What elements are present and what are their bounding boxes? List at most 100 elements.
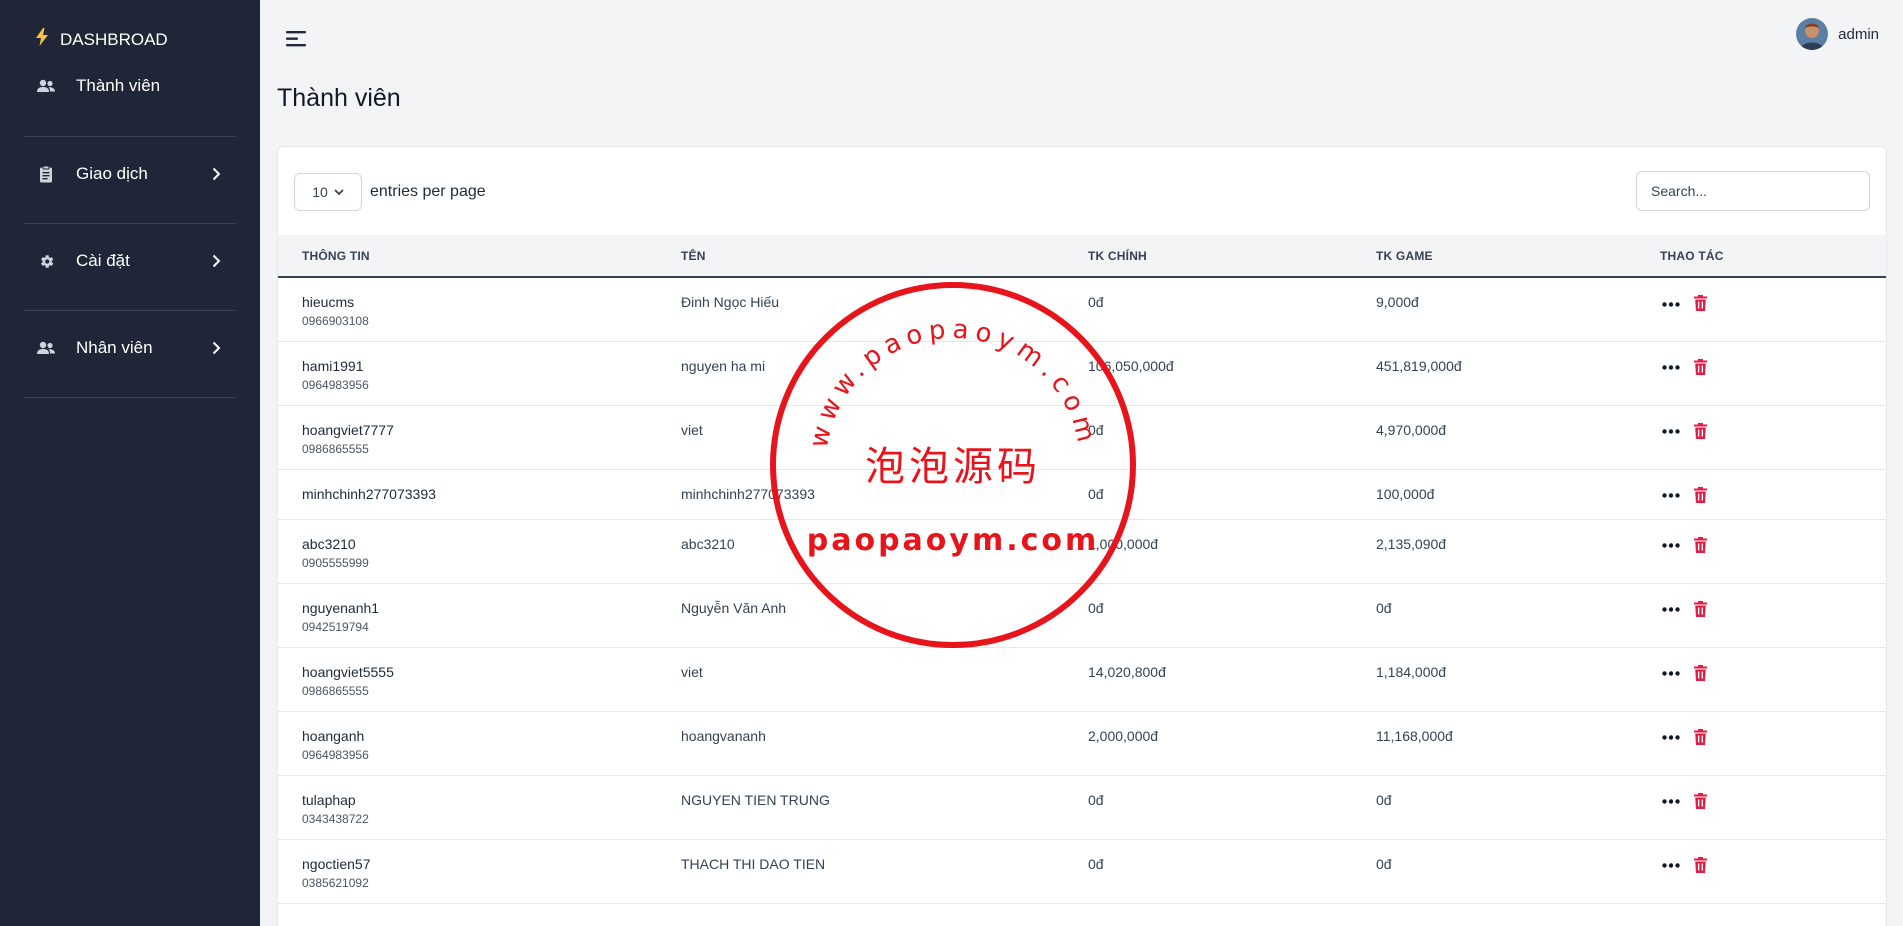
cell-name: abc3210 [681,535,735,552]
username: hoangviet7777 [302,421,394,438]
delete-button[interactable] [1692,856,1708,874]
trash-icon [1693,486,1707,503]
cell-game-account: 2,135,090đ [1376,535,1447,552]
username: minhchinh277073393 [302,485,436,502]
delete-button[interactable] [1692,792,1708,810]
column-header-name[interactable]: TÊN [681,235,1088,277]
trash-icon [1693,856,1707,873]
brand[interactable]: DASHBROAD [36,28,168,51]
cell-main-account: 0đ [1088,485,1104,502]
delete-button[interactable] [1692,358,1708,376]
username: hieucms [302,294,355,310]
more-icon [1662,735,1680,740]
sidebar-divider [24,223,236,224]
cell-name: viet [681,421,703,438]
cell-info: hami1991 0964983956 [278,341,681,405]
cell-actions [1660,583,1886,647]
delete-button[interactable] [1692,486,1708,504]
delete-button[interactable] [1692,728,1708,746]
cell-game-account: 11,168,000đ [1376,727,1453,744]
column-header-main-account[interactable]: TK CHÍNH [1088,235,1376,277]
users-icon [34,74,58,98]
delete-button[interactable] [1692,664,1708,682]
sidebar-item-staff[interactable]: Nhân viên [34,333,224,363]
more-options-button[interactable] [1660,360,1682,376]
column-header-actions: THAO TÁC [1660,248,1724,263]
more-options-button[interactable] [1660,296,1682,312]
more-icon [1662,607,1680,612]
clipboard-icon [34,162,58,186]
more-options-button[interactable] [1660,730,1682,746]
cell-name: THACH THI DAO TIEN [681,855,826,872]
page-title: Thành viên [277,84,401,112]
more-icon [1662,671,1680,676]
cell-game-account: 451,819,000đ [1376,357,1462,374]
more-options-button[interactable] [1660,424,1682,440]
more-icon [1662,863,1680,868]
username: ngoctien57 [302,855,371,872]
cell-name: minhchinh277073393 [681,485,815,502]
more-options-button[interactable] [1660,858,1682,874]
more-options-button[interactable] [1660,602,1682,618]
cell-info: ngoctien57 0385621092 [278,839,681,903]
trash-icon [1693,295,1707,311]
menu-toggle-button[interactable] [284,26,310,52]
sidebar-item-members[interactable]: Thành viên [34,71,224,101]
more-options-button[interactable] [1660,488,1682,504]
cell-actions [1660,469,1886,519]
trash-icon [1693,728,1707,745]
user-menu[interactable]: admin [1796,18,1879,50]
cell-actions [1660,519,1886,583]
cell-info: nguyenanh1 0942519794 [278,583,681,647]
username: hoangviet5555 [302,663,394,680]
more-icon [1662,493,1680,498]
table-row: abc3210 0905555999 abc3210 1,000,000đ 2,135,… [278,519,1886,583]
more-options-button[interactable] [1660,794,1682,810]
column-header-info[interactable]: THÔNG TIN [278,235,681,277]
phone: 0966903108 [302,314,369,328]
chevron-down-icon [334,188,344,195]
delete-button[interactable] [1692,536,1708,554]
phone: 0942519794 [302,619,369,634]
more-icon [1662,799,1680,804]
cell-name: Đinh Ngọc Hiếu [681,294,780,310]
members-card: 10 entries per page THÔNG TIN TÊN TK CHÍ… [277,146,1887,926]
sidebar: DASHBROAD Thành viên Giao dịch Cài đặt N… [0,0,260,926]
sidebar-item-settings[interactable]: Cài đặt [34,246,224,276]
per-page-select[interactable]: 10 [294,173,362,211]
table-row: hoangviet5555 0986865555 viet 14,020,800đ 1,… [278,647,1886,711]
cell-main-account: 0đ [1088,421,1104,438]
cell-game-account: 100,000đ [1376,485,1435,502]
sidebar-item-label: Cài đặt [76,251,130,270]
table-header-row: THÔNG TIN TÊN TK CHÍNH TK GAME THAO TÁC [278,235,1886,277]
menu-icon [286,31,306,47]
more-options-button[interactable] [1660,666,1682,682]
delete-button[interactable] [1692,600,1708,618]
delete-button[interactable] [1692,294,1708,312]
trash-icon [1693,792,1707,809]
cell-game-account: 9,000đ [1376,294,1419,310]
cell-game-account: 0đ [1376,791,1392,808]
cell-name: NGUYEN TIEN TRUNG [681,791,830,808]
search-input[interactable] [1636,171,1870,211]
cell-name: Nguyễn Văn Anh [681,599,787,616]
username: hoanganh [302,727,365,744]
table-row: hami1991 0964983956 nguyen ha mi 106,050,00… [278,341,1886,405]
column-header-game-account[interactable]: TK GAME [1376,235,1660,277]
sidebar-item-transactions[interactable]: Giao dịch [34,159,224,189]
phone: 0986865555 [302,441,369,456]
cell-game-account: 1,184,000đ [1376,663,1447,680]
sidebar-divider [24,310,236,311]
cell-info: abc3210 0905555999 [278,519,681,583]
delete-button[interactable] [1692,422,1708,440]
cell-name: hoangvananh [681,727,766,744]
sidebar-item-label: Thành viên [76,76,161,95]
cell-name: nguyen ha mi [681,357,766,374]
more-options-button[interactable] [1660,538,1682,554]
table-row: minhchinh277073393 minhchinh277073393 0đ 10… [278,469,1886,519]
cell-info: tulaphap 0343438722 [278,775,681,839]
per-page-control: 10 entries per page [294,173,486,211]
avatar [1796,18,1829,50]
cell-actions [1660,341,1886,405]
table-row: hoanganh 0964983956 hoangvananh 2,000,000đ 1… [278,711,1886,775]
